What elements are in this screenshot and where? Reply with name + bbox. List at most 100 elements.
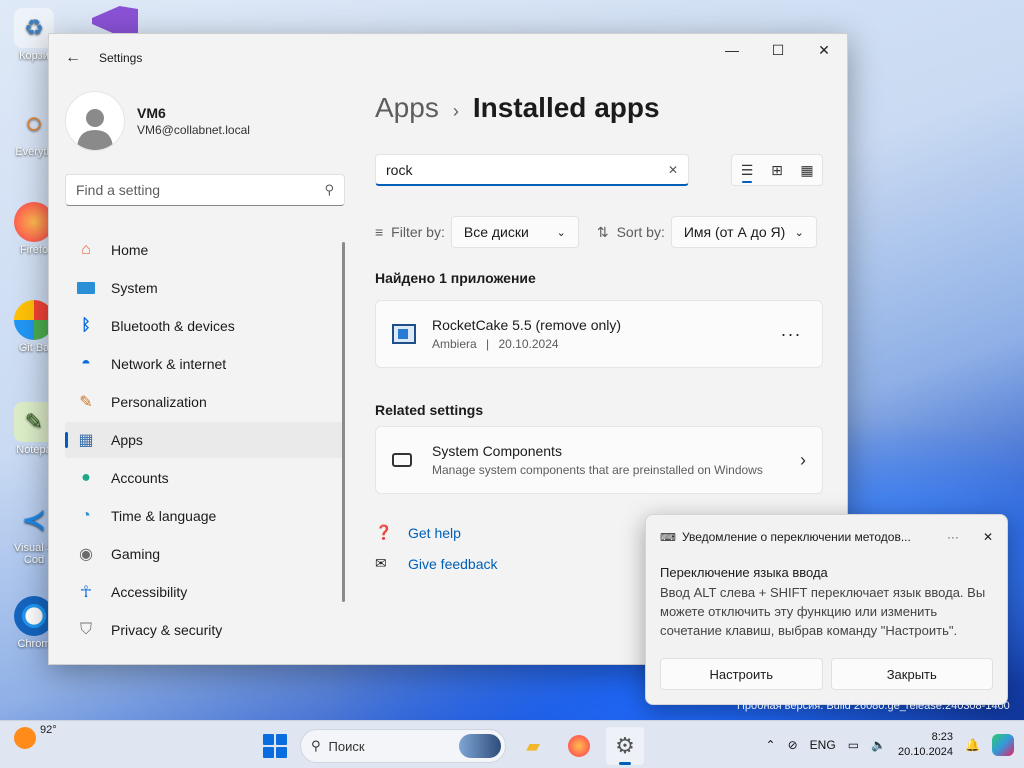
accounts-icon: ●: [81, 469, 91, 486]
rocketcake-app-icon: [392, 324, 416, 344]
windows-logo-icon: [263, 734, 274, 745]
system-tray: ⌃ ⊘ ENG ▭ 🔈 8:23 20.10.2024 🔔: [766, 721, 1014, 768]
list-view-button[interactable]: ☰: [732, 155, 762, 185]
help-icon: ❓: [375, 524, 393, 540]
accessibility-icon: ☥: [80, 584, 92, 601]
results-count: Найдено 1 приложение: [375, 270, 536, 286]
notification-bell-icon[interactable]: 🔔: [965, 738, 980, 752]
system-components-icon: [392, 453, 412, 467]
filter-dropdown[interactable]: Все диски ⌄: [450, 216, 579, 248]
breadcrumb-apps-link[interactable]: Apps: [375, 92, 439, 124]
chevron-down-icon: ⌄: [794, 226, 804, 239]
toast-close-icon[interactable]: ✕: [983, 530, 993, 544]
sidebar-item-accessibility[interactable]: ☥ Accessibility: [65, 574, 345, 610]
list-icon: ☰: [740, 161, 754, 178]
clock-time: 8:23: [931, 731, 954, 743]
sidebar-item-apps[interactable]: ▦ Apps: [65, 422, 345, 458]
gear-icon: ⚙: [615, 733, 635, 758]
app-meta-separator: |: [486, 337, 490, 351]
firefox-icon: [568, 735, 590, 757]
app-search-value: rock: [386, 161, 413, 178]
sun-icon: [14, 727, 36, 749]
app-search-input[interactable]: rock ✕: [375, 154, 689, 186]
taskbar-search[interactable]: ⚲ Поиск: [300, 729, 506, 763]
system-icon: [75, 277, 97, 299]
notification-toast: ⌨ Уведомление о переключении методов... …: [645, 514, 1008, 705]
toast-header-text: Уведомление о переключении методов...: [682, 530, 911, 544]
volume-icon[interactable]: 🔈: [871, 738, 886, 752]
globe-clock-icon: ◔: [81, 507, 91, 524]
sidebar-item-privacy[interactable]: ⛉ Privacy & security: [65, 612, 345, 648]
app-publisher: Ambiera: [432, 337, 477, 351]
related-title: System Components: [432, 443, 562, 459]
chevron-right-icon: ›: [452, 101, 459, 121]
sidebar-item-label: Bluetooth & devices: [111, 318, 235, 334]
weather-widget[interactable]: 92°: [14, 724, 57, 749]
user-profile[interactable]: VM6 VM6@collabnet.local: [49, 82, 349, 160]
sidebar-item-bluetooth[interactable]: ᛒ Bluetooth & devices: [65, 308, 345, 344]
sidebar-item-personalization[interactable]: ✎ Personalization: [65, 384, 345, 420]
close-button[interactable]: ✕: [801, 34, 847, 66]
toast-configure-button[interactable]: Настроить: [660, 658, 823, 690]
toast-more-button[interactable]: ···: [947, 530, 959, 544]
network-offline-icon[interactable]: ⊘: [788, 738, 798, 752]
sidebar-item-label: Apps: [111, 432, 143, 448]
sidebar: VM6 VM6@collabnet.local Find a setting ⚲…: [49, 82, 349, 664]
taskbar-settings[interactable]: ⚙: [606, 727, 644, 765]
taskbar-firefox[interactable]: [560, 727, 598, 765]
get-help-label: Get help: [408, 524, 461, 541]
clock[interactable]: 8:23 20.10.2024: [898, 730, 953, 760]
sidebar-item-time-language[interactable]: ◔ Time & language: [65, 498, 345, 534]
copilot-icon[interactable]: [992, 734, 1014, 756]
start-button[interactable]: [258, 729, 292, 763]
maximize-button[interactable]: ☐: [755, 34, 801, 66]
clear-search-icon[interactable]: ✕: [668, 163, 678, 177]
bluetooth-icon: ᛒ: [81, 317, 91, 334]
clock-date: 20.10.2024: [897, 746, 954, 758]
weather-temp: 92°: [40, 724, 57, 736]
sidebar-item-accounts[interactable]: ● Accounts: [65, 460, 345, 496]
chevron-up-icon[interactable]: ⌃: [766, 738, 776, 752]
grid-view-button[interactable]: ▦: [792, 155, 822, 185]
back-button[interactable]: ←: [53, 38, 93, 78]
window-controls: — ☐ ✕: [709, 34, 847, 66]
gamepad-icon: ◉: [79, 546, 93, 563]
app-list-item[interactable]: RocketCake 5.5 (remove only) Ambiera | 2…: [375, 300, 823, 368]
taskbar-search-label: Поиск: [328, 738, 365, 754]
more-options-button[interactable]: ···: [776, 324, 806, 345]
page-title: Installed apps: [472, 92, 660, 123]
avatar: [65, 91, 125, 151]
sort-label: Sort by:: [616, 224, 665, 240]
find-setting-placeholder: Find a setting: [76, 182, 161, 198]
filter-sort-row: ≡ Filter by: Все диски ⌄ ⇅ Sort by: Имя …: [375, 216, 823, 248]
related-desc: Manage system components that are preins…: [432, 463, 763, 477]
sidebar-item-network[interactable]: ◓ Network & internet: [65, 346, 345, 382]
taskbar-file-explorer[interactable]: ▰: [514, 727, 552, 765]
sidebar-scrollbar[interactable]: [342, 242, 345, 602]
app-date: 20.10.2024: [498, 337, 559, 351]
system-components-link[interactable]: System Components Manage system componen…: [375, 426, 823, 494]
sidebar-item-gaming[interactable]: ◉ Gaming: [65, 536, 345, 572]
sidebar-item-home[interactable]: ⌂ Home: [65, 232, 345, 268]
search-highlight-image: [459, 734, 501, 758]
monitor-icon[interactable]: ▭: [848, 738, 859, 752]
build-watermark: Пробная версия. Build 26080.ge_release.2…: [737, 700, 1010, 712]
find-setting-input[interactable]: Find a setting ⚲: [65, 174, 345, 206]
filter-label: Filter by:: [391, 224, 445, 240]
language-indicator[interactable]: ENG: [810, 738, 836, 752]
chevron-right-icon: ›: [800, 449, 806, 470]
toolbar-row: rock ✕ ☰ ⊞ ▦: [375, 154, 823, 186]
nav-list: ⌂ Home System ᛒ Bluetooth & devices ◓ Ne…: [49, 232, 349, 648]
table-icon: ▦: [800, 161, 814, 178]
grid-icon: ⊞: [771, 161, 783, 178]
sidebar-item-label: System: [111, 280, 158, 296]
taskbar: 92° ⚲ Поиск ▰ ⚙ ⌃ ⊘ ENG ▭ 🔈 8:23 20.10.2…: [0, 720, 1024, 768]
arrow-left-icon: ←: [65, 49, 81, 66]
search-icon: ⚲: [311, 738, 321, 753]
sidebar-item-system[interactable]: System: [65, 270, 345, 306]
chevron-down-icon: ⌄: [556, 226, 566, 239]
sort-dropdown[interactable]: Имя (от А до Я) ⌄: [670, 216, 817, 248]
toast-close-button[interactable]: Закрыть: [830, 658, 993, 690]
tiles-view-button[interactable]: ⊞: [762, 155, 792, 185]
minimize-button[interactable]: —: [709, 34, 755, 66]
